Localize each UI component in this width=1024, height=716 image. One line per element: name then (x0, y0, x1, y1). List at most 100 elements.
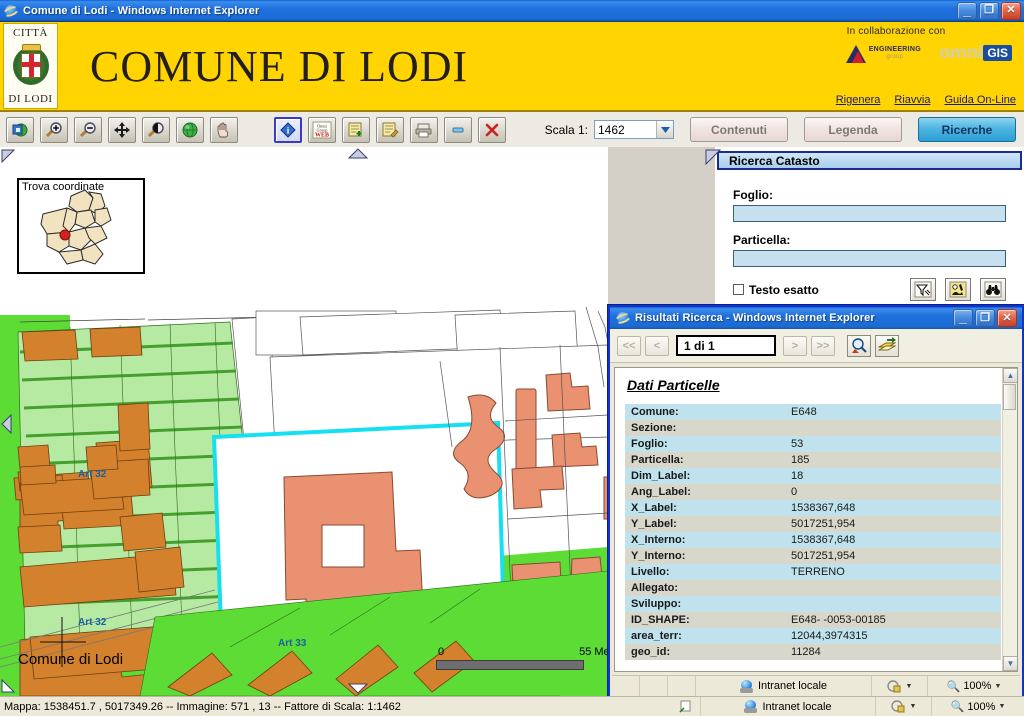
table-cell-value (785, 420, 1001, 436)
tab-contenuti[interactable]: Contenuti (690, 117, 788, 142)
zoom-magnifier-icon: 🔍 (946, 680, 961, 693)
map-canvas[interactable]: Art 32 Art 33 Art 32 Art 33 Trova coordi… (0, 147, 608, 696)
page-title: COMUNE DI LODI (90, 41, 469, 91)
zoom-to-result-icon[interactable] (847, 334, 871, 357)
minimize-button[interactable]: _ (957, 1, 977, 20)
table-cell-value: 18 (785, 468, 1001, 484)
scroll-down-arrow-icon[interactable]: ▼ (1003, 656, 1017, 671)
pan-west-arrow-icon[interactable] (1, 413, 12, 437)
scrollbar-thumb[interactable] (1003, 384, 1016, 410)
scroll-up-arrow-icon[interactable]: ▲ (1003, 368, 1017, 383)
zoom-out-icon[interactable] (74, 116, 102, 143)
checkbox-box[interactable] (733, 284, 744, 295)
pan-move-icon[interactable] (108, 116, 136, 143)
pan-north-arrow-icon[interactable] (347, 148, 369, 162)
results-maximize-button[interactable]: ❐ (975, 309, 995, 327)
table-cell-key: Sviluppo: (625, 596, 785, 612)
table-cell-value: 5017251,954 (785, 516, 1001, 532)
export-result-icon[interactable] (875, 334, 899, 357)
results-protected-mode[interactable]: ▼ (872, 676, 928, 696)
table-row: Particella: 185 (625, 452, 1001, 468)
main-zoom-level[interactable]: 🔍 100% ▼ (932, 697, 1024, 716)
map-caption: Comune di Lodi (18, 651, 124, 668)
table-cell-value: 1538367,648 (785, 500, 1001, 516)
gis-badge: GIS (983, 45, 1012, 61)
chevron-down-icon[interactable]: ▼ (994, 683, 1001, 690)
results-content: Dati Particelle Comune: E648 Sezione: Fogli… (614, 367, 1018, 672)
tab-ricerche[interactable]: Ricerche (918, 117, 1016, 142)
table-cell-key: Y_Interno: (625, 548, 785, 564)
chevron-down-icon[interactable]: ▼ (906, 683, 913, 690)
results-close-button[interactable]: ✕ (997, 309, 1017, 327)
crest-shield-icon (12, 44, 50, 88)
particella-label: Particella: (733, 233, 791, 247)
resize-map-handle-bottom-icon[interactable] (1, 678, 16, 696)
panel-resize-handle-icon[interactable] (705, 149, 722, 168)
resize-map-handle-icon[interactable] (1, 149, 16, 166)
results-zoom-level[interactable]: 🔍 100% ▼ (928, 676, 1020, 696)
last-page-button[interactable]: >> (811, 335, 835, 356)
tab-legenda[interactable]: Legenda (804, 117, 902, 142)
edit-layer-icon[interactable] (376, 116, 404, 143)
results-minimize-button[interactable]: _ (953, 309, 973, 327)
overview-map[interactable]: Trova coordinate (17, 178, 145, 274)
first-page-button[interactable]: << (617, 335, 641, 356)
table-cell-key: X_Interno: (625, 532, 785, 548)
table-cell-key: Comune: (625, 404, 785, 420)
zoom-extent-icon[interactable] (6, 116, 34, 143)
main-window-titlebar: Comune di Lodi - Windows Internet Explor… (0, 0, 1024, 22)
page-indicator[interactable]: 1 di 1 (676, 335, 776, 356)
table-row: Ang_Label: 0 (625, 484, 1001, 500)
map-toolbar: i Omni Gruop WEB Scala 1: 1462 Contenuti… (0, 112, 1024, 147)
chevron-down-icon[interactable] (656, 121, 673, 138)
link-rigenera[interactable]: Rigenera (836, 94, 881, 106)
main-security-zone[interactable]: Intranet locale (701, 697, 876, 716)
main-protected-mode[interactable]: ▼ (876, 697, 932, 716)
table-row: Foglio: 53 (625, 436, 1001, 452)
main-window-title: Comune di Lodi - Windows Internet Explor… (23, 4, 260, 17)
hand-icon[interactable] (210, 116, 238, 143)
results-window-titlebar: Risultati Ricerca - Windows Internet Exp… (610, 307, 1022, 329)
info-identify-icon[interactable]: i (274, 116, 302, 143)
chevron-down-icon[interactable]: ▼ (910, 703, 917, 710)
clear-icon[interactable] (478, 116, 506, 143)
results-scrollbar[interactable]: ▲ ▼ (1002, 368, 1017, 671)
chevron-down-icon[interactable]: ▼ (998, 703, 1005, 710)
results-security-zone[interactable]: Intranet locale (696, 676, 872, 696)
table-cell-key: Livello: (625, 564, 785, 580)
spatial-search-icon[interactable] (945, 278, 971, 301)
print-icon[interactable] (410, 116, 438, 143)
table-row: X_Label: 1538367,648 (625, 500, 1001, 516)
close-button[interactable]: ✕ (1001, 1, 1021, 20)
table-cell-value: 185 (785, 452, 1001, 468)
scale-select[interactable]: 1462 (594, 120, 674, 139)
results-status-pad3 (668, 676, 696, 696)
pan-south-arrow-icon[interactable] (347, 683, 369, 696)
testo-esatto-checkbox[interactable]: Testo esatto (733, 283, 819, 297)
table-cell-key: Particella: (625, 452, 785, 468)
zoom-in-icon[interactable] (40, 116, 68, 143)
binoculars-search-icon[interactable] (980, 278, 1006, 301)
lodi-coat-of-arms: CITTÀ DI LODI (3, 23, 58, 109)
foglio-input[interactable] (733, 205, 1006, 222)
table-row: ID_SHAPE: E648- -0053-00185 (625, 612, 1001, 628)
table-cell-value: E648- -0053-00185 (785, 612, 1001, 628)
maximize-button[interactable]: ❐ (979, 1, 999, 20)
filter-query-icon[interactable] (910, 278, 936, 301)
lock-icon (890, 700, 906, 713)
engineering-sub: group (886, 53, 904, 60)
banner-links: Rigenera Riavvia Guida On-Line (836, 94, 1016, 106)
particella-input[interactable] (733, 250, 1006, 267)
prev-page-button[interactable]: < (645, 335, 669, 356)
globe-icon[interactable] (176, 116, 204, 143)
minimize-panel-icon[interactable] (444, 116, 472, 143)
link-guida-online[interactable]: Guida On-Line (944, 94, 1016, 106)
add-layer-icon[interactable] (342, 116, 370, 143)
table-row: Sezione: (625, 420, 1001, 436)
table-cell-value (785, 596, 1001, 612)
next-page-button[interactable]: > (783, 335, 807, 356)
omnigis-web-icon[interactable]: Omni Gruop WEB (308, 116, 336, 143)
table-cell-key: X_Label: (625, 500, 785, 516)
link-riavvia[interactable]: Riavvia (894, 94, 930, 106)
zoom-previous-icon[interactable] (142, 116, 170, 143)
